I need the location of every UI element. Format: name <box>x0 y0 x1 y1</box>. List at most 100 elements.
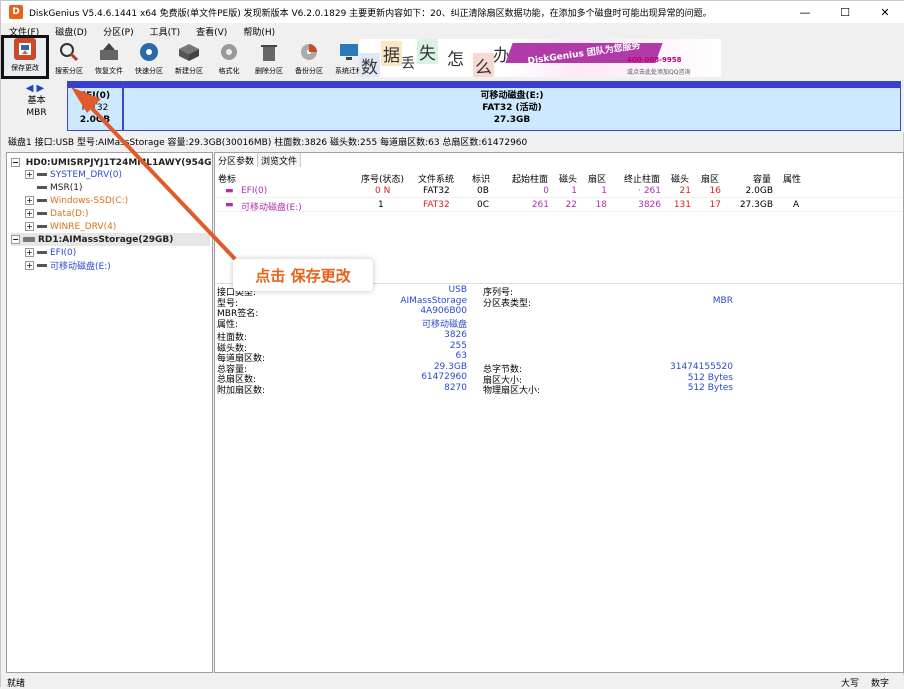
disk-info-line: 磁盘1 接口:USB 型号:AIMassStorage 容量:29.3GB(30… <box>8 138 528 148</box>
table-row[interactable]: ▬ EFI(0) 0 N FAT32 0B 0 1 1 · 261 21 16 … <box>215 184 903 198</box>
tree-partition-item[interactable]: + WINRE_DRV(4) <box>25 220 210 233</box>
tree-item-label: Windows-SSD(C:) <box>50 195 129 206</box>
annotation-callout: 点击 保存更改 <box>233 259 373 291</box>
tab-partition-params[interactable]: 分区参数 <box>215 153 259 167</box>
property-value: 29.3GB <box>433 361 467 372</box>
partition-block-removable[interactable]: 可移动磁盘(E:) FAT32 (活动) 27.3GB <box>123 81 901 131</box>
property-value: 31474155520 <box>670 362 733 372</box>
quick-partition-icon <box>138 41 160 63</box>
row-icon: ▬ <box>225 200 234 210</box>
property-key: 附加扇区数: <box>217 385 266 396</box>
expand-toggle-icon[interactable]: + <box>25 170 34 179</box>
quick-partition-button[interactable]: 快速分区 <box>129 39 169 79</box>
row-icon: ▬ <box>225 186 234 196</box>
banner-char: 么 <box>473 53 494 77</box>
tree-partition-item[interactable]: MSR(1) <box>25 181 210 194</box>
tree-item-label: RD1:AIMassStorage(29GB) <box>38 234 174 245</box>
tree-item-label: HD0:UMISRPJYJ1T24MML1AWY(954G <box>25 157 212 168</box>
banner-char: 丢 <box>401 56 415 72</box>
status-bar: 就绪 大写 数字 <box>1 675 904 689</box>
delete-icon <box>258 41 280 63</box>
app-icon: D <box>9 5 23 19</box>
tree-item-label: 可移动磁盘(E:) <box>50 262 111 272</box>
partition-block-efi[interactable]: EFI(0) FAT32 2.0GB <box>67 81 123 131</box>
disk-tree: − HD0:UMISRPJYJ1T24MML1AWY(954G + SYSTEM_DR… <box>6 152 213 673</box>
tree-partition-item[interactable]: + 可移动磁盘(E:) <box>25 259 210 272</box>
expand-toggle-icon[interactable]: + <box>25 196 34 205</box>
tree-partition-item[interactable]: + Data(D:) <box>25 207 210 220</box>
status-text: 就绪 <box>7 679 26 689</box>
property-value: 61472960 <box>421 372 467 382</box>
expand-toggle-icon[interactable]: − <box>11 158 20 167</box>
menu-tools[interactable]: 工具(T) <box>142 25 189 38</box>
property-value: AIMassStorage <box>400 295 467 306</box>
maximize-button[interactable]: ☐ <box>825 1 865 23</box>
expand-toggle-icon[interactable]: + <box>25 248 34 257</box>
partition-panel: 分区参数 浏览文件 卷标 序号(状态) 文件系统 标识 起始柱面 磁头 扇区 终… <box>214 152 904 673</box>
minimize-button[interactable]: — <box>785 1 825 23</box>
search-partition-button[interactable]: 搜索分区 <box>49 39 89 79</box>
table-header: 卷标 序号(状态) 文件系统 标识 起始柱面 磁头 扇区 终止柱面 磁头 扇区 … <box>215 170 903 185</box>
save-icon <box>14 38 36 60</box>
partition-icon <box>37 186 47 189</box>
banner-char: 失 <box>417 39 438 64</box>
disk-map: ◀▶ 基本 MBR EFI(0) FAT32 2.0GB 可移动磁盘(E:) F… <box>1 81 904 133</box>
property-value: USB <box>448 285 467 295</box>
disk-icon <box>23 237 35 242</box>
property-value: 8270 <box>444 382 467 393</box>
tree-item-label: SYSTEM_DRV(0) <box>50 169 122 180</box>
disk-type-label: 基本 <box>27 96 46 106</box>
status-caps: 大写 <box>841 679 860 689</box>
expand-toggle-icon[interactable]: + <box>25 222 34 231</box>
property-value: 512 Bytes <box>687 383 733 393</box>
backup-partition-button[interactable]: 备份分区 <box>289 39 329 79</box>
property-value: 63 <box>455 351 467 361</box>
expand-toggle-icon[interactable]: − <box>11 235 20 244</box>
property-value: 可移动磁盘 <box>421 319 467 330</box>
property-value: 512 Bytes <box>687 372 733 383</box>
banner-char: 数 <box>359 53 380 77</box>
partition-icon <box>37 173 47 176</box>
recover-files-button[interactable]: 恢复文件 <box>89 39 129 79</box>
tree-disk-item[interactable]: − RD1:AIMassStorage(29GB) <box>11 233 210 246</box>
menu-view[interactable]: 查看(V) <box>188 25 235 38</box>
table-row[interactable]: ▬ 可移动磁盘(E:) 1 FAT32 0C 261 22 18 3826 13… <box>215 198 903 213</box>
save-changes-button[interactable]: 保存更改 <box>1 35 49 79</box>
expand-toggle-icon[interactable]: + <box>25 261 34 270</box>
menu-disk[interactable]: 磁盘(D) <box>47 25 95 38</box>
expand-toggle-icon[interactable]: + <box>25 209 34 218</box>
partition-icon <box>37 264 47 267</box>
tree-partition-item[interactable]: + SYSTEM_DRV(0) <box>25 168 210 181</box>
format-button[interactable]: 格式化 <box>209 39 249 79</box>
promo-banner[interactable]: 数 据 丢 失 怎 么 办 DiskGenius 团队为您服务 400-008-… <box>359 39 721 77</box>
tree-item-label: WINRE_DRV(4) <box>50 221 117 232</box>
delete-partition-button[interactable]: 删除分区 <box>249 39 289 79</box>
tab-browse-files[interactable]: 浏览文件 <box>258 153 302 167</box>
close-button[interactable]: ✕ <box>865 1 904 23</box>
title-bar: D DiskGenius V5.4.6.1441 x64 免费版(单文件PE版)… <box>1 1 904 23</box>
menu-help[interactable]: 帮助(H) <box>235 25 283 38</box>
banner-phone: 400-008-9958 <box>627 56 682 64</box>
recover-icon <box>98 41 120 63</box>
menu-partition[interactable]: 分区(P) <box>95 25 141 38</box>
panel-tabs: 分区参数 浏览文件 <box>215 153 302 167</box>
backup-icon <box>298 41 320 63</box>
partition-icon <box>37 212 47 215</box>
banner-qq-link[interactable]: 或点击此处添加QQ咨询 <box>627 67 690 76</box>
disk-type-info: ◀▶ 基本 MBR <box>9 83 64 119</box>
disk-nav-arrows[interactable]: ◀▶ <box>9 83 64 95</box>
tree-partition-item[interactable]: + Windows-SSD(C:) <box>25 194 210 207</box>
property-key: 属性: <box>217 319 239 330</box>
new-partition-button[interactable]: 新建分区 <box>169 39 209 79</box>
disk-scheme-label: MBR <box>26 108 47 118</box>
status-num: 数字 <box>871 679 890 689</box>
tree-partition-item[interactable]: + EFI(0) <box>25 246 210 259</box>
property-key: 物理扇区大小: <box>483 386 541 396</box>
banner-char: 怎 <box>447 50 464 70</box>
property-value: 3826 <box>444 330 467 340</box>
partition-icon <box>37 251 47 254</box>
banner-char: 据 <box>381 41 402 66</box>
migrate-icon <box>338 41 360 63</box>
tree-item-label: EFI(0) <box>50 247 77 258</box>
search-icon <box>58 41 80 63</box>
